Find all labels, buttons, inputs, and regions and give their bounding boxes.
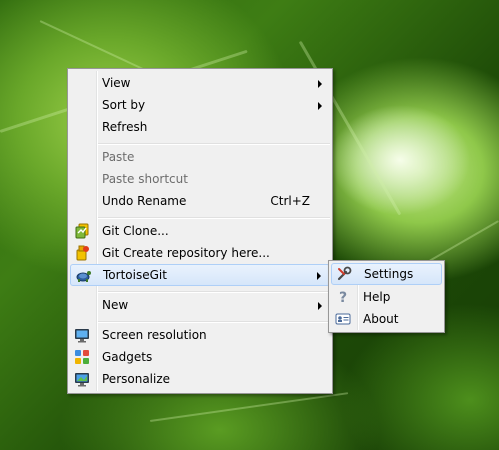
menu-item-undo-rename[interactable]: Undo Rename Ctrl+Z [70,190,330,212]
menu-item-paste[interactable]: Paste [70,146,330,168]
menu-item-label: TortoiseGit [103,268,167,282]
tortoisegit-icon [76,271,91,282]
settings-icon [337,266,352,281]
git-create-repository-icon [76,245,89,261]
menu-item-label: Paste [102,150,135,164]
menu-separator [98,291,330,293]
submenu-item-label: About [363,312,399,326]
menu-item-label: Git Create repository here... [102,246,270,260]
submenu-arrow-icon [318,302,322,310]
submenu-item-help[interactable]: ? Help [331,286,442,308]
menu-item-label: Sort by [102,98,146,112]
menu-item-label: Paste shortcut [102,172,188,186]
about-icon [335,313,351,325]
submenu-item-about[interactable]: About [331,308,442,330]
menu-item-label: Refresh [102,120,148,134]
gadgets-icon [75,350,89,364]
menu-item-tortoisegit[interactable]: TortoiseGit [70,264,330,286]
screen-resolution-icon [75,329,89,343]
submenu-arrow-icon [318,102,322,110]
menu-item-screen-resolution[interactable]: Screen resolution [70,324,330,346]
help-icon: ? [339,290,347,305]
menu-item-gadgets[interactable]: Gadgets [70,346,330,368]
submenu-arrow-icon [317,272,321,280]
svg-text:?: ? [339,290,347,305]
menu-item-label: View [102,76,131,90]
menu-item-git-create-repository[interactable]: Git Create repository here... [70,242,330,264]
git-clone-icon [75,223,89,239]
submenu-item-settings[interactable]: Settings [331,263,442,285]
menu-item-new[interactable]: New [70,294,330,316]
menu-item-paste-shortcut[interactable]: Paste shortcut [70,168,330,190]
menu-separator [98,143,330,145]
personalize-icon [75,373,89,387]
submenu-item-label: Help [363,290,391,304]
menu-item-personalize[interactable]: Personalize [70,368,330,390]
menu-item-view[interactable]: View [70,72,330,94]
menu-item-refresh[interactable]: Refresh [70,116,330,138]
menu-separator [98,321,330,323]
menu-item-label: Gadgets [102,350,153,364]
menu-item-label: New [102,298,129,312]
menu-item-git-clone[interactable]: Git Clone... [70,220,330,242]
menu-item-shortcut: Ctrl+Z [270,194,310,208]
menu-item-label: Undo Rename [102,194,187,208]
tortoisegit-submenu: Settings ? Help About [328,260,445,333]
desktop-context-menu: View Sort by Refresh Paste Paste shortcu… [67,68,333,394]
menu-item-sort-by[interactable]: Sort by [70,94,330,116]
menu-separator [98,217,330,219]
submenu-arrow-icon [318,80,322,88]
submenu-item-label: Settings [364,267,414,281]
menu-item-label: Screen resolution [102,328,207,342]
menu-item-label: Personalize [102,372,171,386]
menu-item-label: Git Clone... [102,224,169,238]
